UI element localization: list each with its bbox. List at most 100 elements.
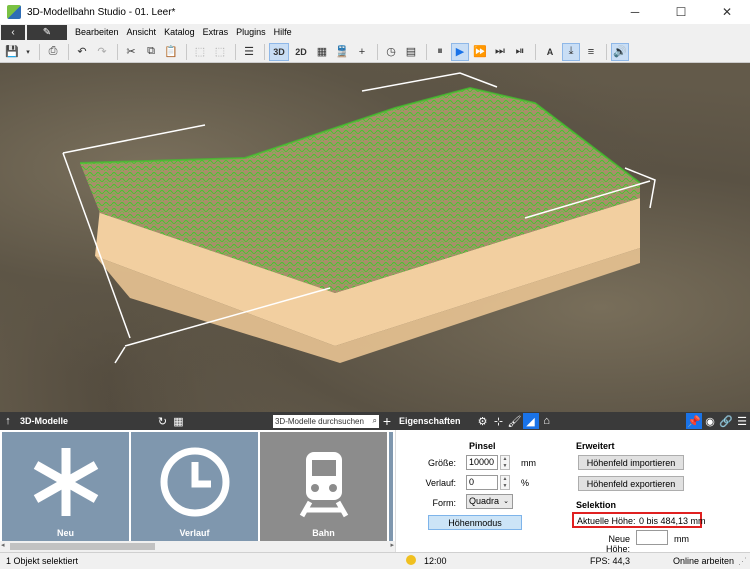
menu-katalog[interactable]: Katalog — [160, 25, 199, 40]
scroll-right-icon[interactable]: ▸ — [390, 541, 394, 549]
copy-icon[interactable]: ⧉ — [142, 43, 160, 61]
selection-heading: Selektion — [576, 500, 617, 510]
import-heightfield-button[interactable]: Höhenfeld importieren — [578, 455, 684, 470]
menu-bar: ‹ ✎ Bearbeiten Ansicht Katalog Extras Pl… — [0, 24, 750, 41]
sound-icon[interactable]: 🔊 — [611, 42, 629, 61]
close-button[interactable]: ✕ — [704, 0, 750, 24]
step-icon[interactable]: ⏯ — [511, 43, 529, 61]
menu-icon[interactable]: ☰ — [734, 413, 750, 429]
models-search-input[interactable]: 3D-Modelle durchsuchen ⌕ — [272, 414, 379, 428]
faster-forward-icon[interactable]: ⏭ — [491, 43, 509, 61]
arrow-up-icon[interactable]: ↑ — [0, 413, 16, 429]
menu-plugins[interactable]: Plugins — [232, 25, 270, 40]
current-height-label: Aktuelle Höhe: — [577, 516, 636, 526]
menu-extras[interactable]: Extras — [199, 25, 233, 40]
fast-forward-icon[interactable]: ⏩ — [471, 43, 489, 61]
clock-icon — [160, 447, 230, 517]
shape-select[interactable]: Quadra ⌄ — [466, 494, 513, 509]
add-model-icon[interactable]: + — [379, 413, 395, 429]
paint-icon[interactable]: 🖌 — [507, 413, 523, 429]
fps-display: FPS: 44,3 — [590, 556, 631, 566]
axes-icon[interactable]: ⊹ — [491, 413, 507, 429]
terrain-icon[interactable]: ◢ — [522, 413, 539, 429]
size-stepper-icon[interactable]: ▲ ▼ — [500, 455, 510, 470]
tile-label: Neu — [57, 528, 75, 538]
maximize-button[interactable]: ☐ — [658, 0, 704, 24]
download-icon[interactable]: ⤓ — [562, 42, 580, 61]
refresh-icon[interactable]: ↻ — [155, 413, 171, 429]
status-bar: 1 Objekt selektiert 12:00 FPS: 44,3 Onli… — [0, 552, 750, 569]
back-button[interactable]: ‹ — [1, 25, 25, 40]
asterisk-icon — [33, 448, 98, 516]
track-icon[interactable]: ≡ — [582, 43, 600, 61]
models-panel-title: 3D-Modelle — [20, 416, 69, 426]
grid-icon[interactable]: ▦ — [313, 43, 331, 61]
scroll-left-icon[interactable]: ◂ — [1, 541, 5, 549]
plus-icon[interactable]: + — [353, 43, 371, 61]
tile-label: Bahn — [312, 528, 335, 538]
cut-icon[interactable]: ✂ — [122, 43, 140, 61]
pin-icon[interactable]: 📌 — [686, 413, 702, 429]
link-icon[interactable]: 🔗 — [718, 413, 734, 429]
play-icon[interactable]: ▶ — [451, 42, 469, 61]
3d-viewport[interactable] — [0, 63, 750, 412]
size-label: Größe: — [427, 458, 456, 468]
toolbar: 💾 ▾ ⎙ ↶ ↷ ✂ ⧉ 📋 ⬚ ⬚ ☰ 3D 2D ▦ 🚆 + ◷ ▤ ⏸ … — [0, 41, 750, 63]
size-unit: mm — [521, 458, 536, 468]
pause-icon[interactable]: ⏸ — [431, 43, 449, 61]
new-height-label: Neue Höhe: — [605, 534, 630, 554]
size-field[interactable]: 10000 — [466, 455, 498, 470]
mode-status: Online arbeiten — [673, 556, 735, 566]
export-heightfield-button[interactable]: Höhenfeld exportieren — [578, 476, 684, 491]
scrollbar-thumb[interactable] — [10, 543, 155, 550]
paste-icon[interactable]: 📋 — [162, 43, 180, 61]
save-dropdown-icon[interactable]: ▾ — [23, 43, 33, 61]
tile-verlauf[interactable]: Verlauf — [131, 432, 259, 542]
toolbar-divider — [377, 43, 378, 60]
tiles-scrollbar[interactable]: ◂ ▸ — [0, 541, 395, 552]
properties-panel-title: Eigenschaften — [399, 416, 461, 426]
save-icon[interactable]: 💾 — [3, 43, 21, 61]
tile-partial — [389, 432, 394, 542]
menu-hilfe[interactable]: Hilfe — [270, 25, 296, 40]
tile-neu[interactable]: Neu — [2, 432, 130, 542]
menu-ansicht[interactable]: Ansicht — [123, 25, 161, 40]
height-mode-button[interactable]: Höhenmodus — [428, 515, 522, 530]
current-height-value: 0 bis 484,13 mm — [639, 516, 706, 526]
view-2d-button[interactable]: 2D — [291, 43, 311, 61]
group-icon[interactable]: ⬚ — [191, 43, 209, 61]
gradient-field[interactable]: 0 — [466, 475, 498, 490]
view-3d-button[interactable]: 3D — [269, 42, 289, 61]
resize-grip-icon[interactable]: ⋰ — [738, 556, 747, 567]
advanced-heading: Erweitert — [576, 441, 615, 451]
schedule-icon[interactable]: ▤ — [402, 43, 420, 61]
gradient-stepper-icon[interactable]: ▲ ▼ — [500, 475, 510, 490]
edit-mode-button[interactable]: ✎ — [27, 25, 67, 40]
layers-icon[interactable]: ☰ — [240, 43, 258, 61]
toolbar-divider — [39, 43, 40, 60]
model-tiles: Neu Verlauf Bahn — [0, 430, 395, 542]
properties-panel: Pinsel Größe: 10000 ▲ ▼ mm Verlauf: 0 ▲ ▼ … — [395, 430, 750, 554]
gear-icon[interactable]: ⚙ — [475, 413, 491, 429]
print-icon[interactable]: ⎙ — [44, 43, 62, 61]
gradient-label: Verlauf: — [425, 478, 456, 488]
tunnel-icon[interactable]: ⌂ — [539, 413, 555, 429]
toolbar-divider — [606, 43, 607, 60]
new-height-field[interactable] — [636, 530, 668, 545]
tile-bahn[interactable]: Bahn — [260, 432, 388, 542]
grid-view-icon[interactable]: ▦ — [171, 413, 187, 429]
minimize-button[interactable]: ─ — [612, 0, 658, 24]
text-tool-button[interactable]: A — [540, 43, 560, 61]
chevron-down-icon: ⌄ — [503, 498, 509, 505]
undo-icon[interactable]: ↶ — [73, 43, 91, 61]
menu-bearbeiten[interactable]: Bearbeiten — [71, 25, 123, 40]
toolbar-divider — [235, 43, 236, 60]
eye-icon[interactable]: ◉ — [702, 413, 718, 429]
time-display: 12:00 — [424, 556, 447, 566]
train-view-icon[interactable]: 🚆 — [333, 43, 351, 61]
gradient-unit: % — [521, 478, 530, 488]
redo-icon[interactable]: ↷ — [93, 43, 111, 61]
toolbar-divider — [186, 43, 187, 60]
clock-icon[interactable]: ◷ — [382, 43, 400, 61]
ungroup-icon[interactable]: ⬚ — [211, 43, 229, 61]
